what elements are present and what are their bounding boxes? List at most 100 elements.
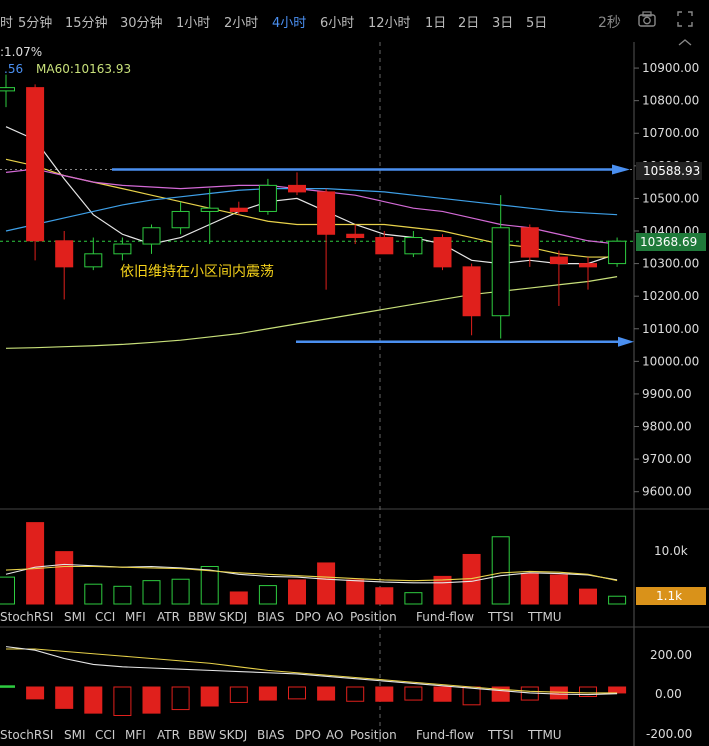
y-tick-label: 10700.00: [642, 126, 699, 140]
indicator-tab-dpo[interactable]: DPO: [295, 728, 321, 742]
indicator-tab-ao[interactable]: AO: [326, 610, 343, 624]
candle-body: [608, 240, 627, 265]
volume-bar: [0, 576, 15, 605]
current-price-label: 10368.69: [640, 235, 697, 249]
candle-body: [0, 87, 15, 92]
indicator-tab-skdj[interactable]: SKDJ: [219, 728, 247, 742]
y-tick-label: 9900.00: [642, 387, 692, 401]
volume-bar: [113, 585, 132, 605]
indicator-tab-ao[interactable]: AO: [326, 728, 343, 742]
volume-bar: [55, 551, 74, 605]
indicator-tab-ttsi[interactable]: TTSI: [487, 728, 514, 742]
candle[interactable]: [404, 231, 423, 258]
volume-bar: [375, 587, 394, 605]
indicator-tab-smi[interactable]: SMI: [64, 610, 86, 624]
osc-bar: [288, 686, 306, 700]
osc-bar: [0, 685, 15, 688]
indicator-tab-mfi[interactable]: MFI: [125, 728, 146, 742]
candle-body: [346, 233, 365, 239]
candle[interactable]: [288, 172, 306, 196]
candle[interactable]: [200, 188, 219, 245]
candle[interactable]: [608, 237, 627, 267]
candle[interactable]: [55, 231, 74, 300]
volume-bar: [404, 592, 423, 605]
change-readout: :1.07%: [0, 45, 42, 59]
candle[interactable]: [26, 84, 45, 261]
candle[interactable]: [229, 201, 248, 215]
ma-prefix-readout: .56: [4, 62, 23, 76]
candle-body: [113, 243, 132, 255]
ma60-readout: MA60:10163.93: [36, 62, 131, 76]
grid-lines: [0, 42, 709, 746]
indicator-tab-cci[interactable]: CCI: [95, 728, 115, 742]
indicator-tab-ttmu[interactable]: TTMU: [527, 610, 562, 624]
y-tick-label: 10300.00: [642, 257, 699, 271]
indicator-tab-stochrsi[interactable]: StochRSI: [0, 610, 53, 624]
osc-bar: [608, 686, 627, 694]
osc-bar: [26, 686, 45, 700]
candle[interactable]: [258, 178, 277, 215]
candle[interactable]: [171, 201, 190, 235]
candle[interactable]: [142, 224, 161, 254]
indicator-tab-skdj[interactable]: SKDJ: [219, 610, 247, 624]
indicator-tab-atr[interactable]: ATR: [157, 728, 180, 742]
candle[interactable]: [549, 250, 568, 306]
y-tick-label: 9600.00: [642, 485, 692, 499]
candles: [0, 74, 627, 339]
indicator-tab-dpo[interactable]: DPO: [295, 610, 321, 624]
volume-bar: [258, 585, 277, 605]
osc-bar: [549, 686, 568, 700]
indicator-tab-bias[interactable]: BIAS: [257, 610, 285, 624]
indicator-tab-cci[interactable]: CCI: [95, 610, 115, 624]
indicator-tab-fund-flow[interactable]: Fund-flow: [416, 728, 474, 742]
osc-bar: [142, 686, 161, 714]
osc-bar: [229, 686, 248, 703]
indicator-tabs-bottom: StochRSI SMI CCI MFI ATR BBW SKDJ BIAS DPO AO Posi…: [0, 728, 562, 742]
indicator-tab-position[interactable]: Position: [350, 610, 397, 624]
volume-bar: [200, 565, 219, 605]
indicator-tab-smi[interactable]: SMI: [64, 728, 86, 742]
osc-bar: [433, 686, 452, 702]
candle-body: [229, 207, 248, 212]
indicator-tab-stochrsi[interactable]: StochRSI: [0, 728, 53, 742]
indicator-tab-position[interactable]: Position: [350, 728, 397, 742]
candle-body: [375, 237, 394, 255]
osc-bar: [258, 686, 277, 701]
y-tick-label: 10100.00: [642, 322, 699, 336]
y-tick-label: 9700.00: [642, 452, 692, 466]
volume-current-label: 1.1k: [656, 589, 682, 603]
candle[interactable]: [84, 237, 103, 271]
candle[interactable]: [0, 74, 15, 108]
candle-body: [288, 184, 306, 193]
osc-bar: [462, 686, 481, 706]
candle[interactable]: [462, 263, 481, 336]
y-tick-label: 10800.00: [642, 94, 699, 108]
indicator-tab-mfi[interactable]: MFI: [125, 610, 146, 624]
indicator-tab-atr[interactable]: ATR: [157, 610, 180, 624]
indicator-tab-bbw[interactable]: BBW: [188, 610, 216, 624]
candle-body: [404, 237, 423, 255]
osc-bar: [84, 686, 103, 714]
candle[interactable]: [317, 188, 336, 290]
candle-body: [549, 256, 568, 265]
osc-bar: [55, 686, 74, 709]
indicator-tab-ttsi[interactable]: TTSI: [487, 610, 514, 624]
candle[interactable]: [433, 234, 452, 271]
ma-line-4: [5, 276, 618, 349]
volume-bar: [317, 562, 336, 605]
indicator-tab-fund-flow[interactable]: Fund-flow: [416, 610, 474, 624]
candle-body: [200, 207, 219, 212]
volume-bar: [520, 573, 539, 605]
candle[interactable]: [491, 195, 510, 339]
candle-body: [520, 227, 539, 258]
osc-bar: [171, 686, 190, 711]
volume-bar: [84, 583, 103, 605]
price-chart[interactable]: 10900.0010800.0010700.0010600.0010500.00…: [0, 0, 709, 746]
volume-bar: [171, 578, 190, 605]
indicator-tab-ttmu[interactable]: TTMU: [527, 728, 562, 742]
candle-body: [317, 191, 336, 235]
osc-tick-0: 0.00: [655, 687, 682, 701]
indicator-tab-bbw[interactable]: BBW: [188, 728, 216, 742]
y-tick-label: 10500.00: [642, 191, 699, 205]
indicator-tab-bias[interactable]: BIAS: [257, 728, 285, 742]
